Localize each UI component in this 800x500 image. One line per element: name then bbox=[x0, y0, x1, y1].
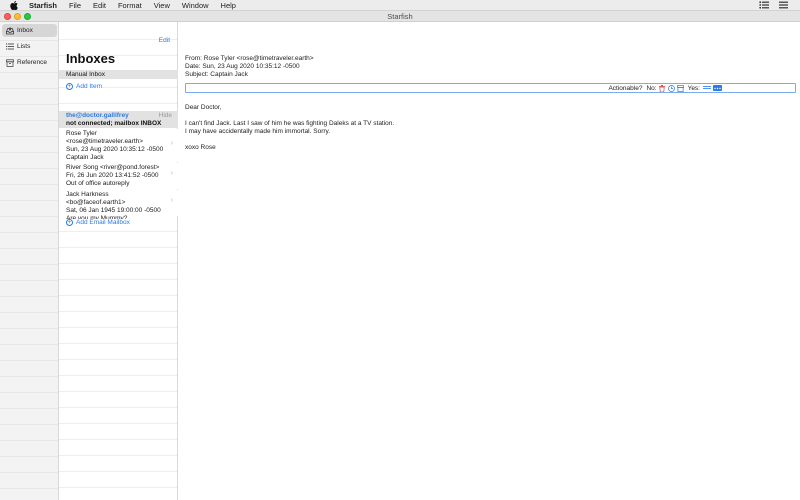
chevron-right-icon: › bbox=[170, 197, 173, 204]
sidebar-item-label: Reference bbox=[17, 59, 47, 66]
inboxes-pane: Edit Inboxes Manual Inbox + Add Item the… bbox=[59, 22, 178, 500]
add-item-label: Add Item bbox=[76, 83, 103, 90]
add-email-mailbox-button[interactable]: + Add Email Mailbox bbox=[66, 219, 130, 226]
chevron-right-icon: › bbox=[170, 140, 173, 147]
trash-icon[interactable] bbox=[659, 84, 666, 92]
add-email-mailbox-label: Add Email Mailbox bbox=[76, 219, 130, 226]
message-subject: Out of office autoreply bbox=[66, 180, 130, 187]
mailbox-account: the@doctor.gallifrey bbox=[66, 112, 129, 119]
sidebar: Inbox Lists Reference bbox=[0, 22, 59, 500]
message-date: Sat, 06 Jan 1945 19:00:00 -0500 bbox=[66, 207, 161, 214]
add-item-button[interactable]: + Add Item bbox=[66, 83, 103, 90]
sidebar-item-inbox[interactable]: Inbox bbox=[2, 24, 57, 37]
sidebar-item-label: Inbox bbox=[17, 27, 33, 34]
archive-box-icon[interactable] bbox=[676, 84, 684, 92]
menu-app-name[interactable]: Starfish bbox=[29, 1, 57, 10]
email-signoff: xoxo Rose bbox=[185, 144, 216, 151]
message-sender: Rose Tyler bbox=[66, 129, 97, 137]
menu-help[interactable]: Help bbox=[221, 1, 236, 10]
message-list-item[interactable]: River Song <river@pond.forest> Fri, 26 J… bbox=[59, 163, 178, 189]
email-subject: Subject: Captain Jack bbox=[185, 71, 248, 78]
chevron-right-icon: › bbox=[170, 170, 173, 177]
message-sender: River Song <river@pond.forest> bbox=[66, 164, 160, 171]
window-title: Starfish bbox=[387, 12, 413, 21]
mailbox-header: the@doctor.gallifrey Hide not connected;… bbox=[59, 111, 178, 128]
add-circle-icon: + bbox=[66, 219, 73, 226]
actionable-label: Actionable? bbox=[608, 84, 643, 92]
archive-icon bbox=[6, 58, 14, 67]
title-bar: Starfish bbox=[0, 11, 800, 22]
message-date: Sun, 23 Aug 2020 10:35:12 -0500 bbox=[66, 145, 164, 153]
message-sender-email: <rose@timetraveler.earth> bbox=[66, 137, 144, 145]
yes-label: Yes: bbox=[687, 84, 700, 92]
message-subject: Captain Jack bbox=[66, 153, 104, 161]
app-window: Starfish Inbox Lists Reference Edit Inbo… bbox=[0, 11, 800, 500]
sidebar-item-label: Lists bbox=[17, 43, 31, 50]
inbox-icon bbox=[6, 26, 14, 35]
message-sender: Jack Harkness <bo@faceof.earth1> bbox=[66, 191, 126, 206]
message-list-item[interactable]: Rose Tyler <rose@timetraveler.earth> Sun… bbox=[59, 129, 178, 162]
menu-edit[interactable]: Edit bbox=[93, 1, 106, 10]
email-body-line: I may have accidentally made him immorta… bbox=[185, 128, 331, 135]
menu-bar: Starfish File Edit Format View Window He… bbox=[0, 0, 800, 11]
more-options-icon[interactable] bbox=[713, 85, 722, 91]
apple-logo-icon[interactable] bbox=[9, 0, 19, 10]
clock-icon[interactable] bbox=[667, 84, 675, 92]
add-circle-icon: + bbox=[66, 83, 73, 90]
email-from: From: Rose Tyler <rose@timetraveler.eart… bbox=[185, 55, 314, 62]
page-title: Inboxes bbox=[66, 51, 116, 66]
edit-button[interactable]: Edit bbox=[159, 37, 170, 44]
email-date: Date: Sun, 23 Aug 2020 10:35:12 -0500 bbox=[185, 63, 300, 70]
actionable-toolbar: Actionable? No: Yes: bbox=[185, 83, 796, 93]
sidebar-item-lists[interactable]: Lists bbox=[2, 40, 57, 53]
menu-file[interactable]: File bbox=[69, 1, 81, 10]
menu-view[interactable]: View bbox=[154, 1, 170, 10]
manual-inbox-header: Manual Inbox bbox=[59, 70, 178, 79]
list-add-icon[interactable] bbox=[702, 85, 711, 92]
menu-list-icon[interactable] bbox=[779, 1, 788, 11]
email-body-line: I can't find Jack. Last I saw of him he … bbox=[185, 120, 395, 127]
hide-mailbox-button[interactable]: Hide bbox=[159, 112, 172, 119]
sidebar-item-reference[interactable]: Reference bbox=[2, 56, 57, 69]
message-date: Fri, 26 Jun 2020 13:41:52 -0500 bbox=[66, 172, 159, 179]
menu-window[interactable]: Window bbox=[182, 1, 209, 10]
message-reading-pane: From: Rose Tyler <rose@timetraveler.eart… bbox=[179, 22, 800, 500]
menu-format[interactable]: Format bbox=[118, 1, 142, 10]
email-greeting: Dear Doctor, bbox=[185, 104, 222, 111]
message-list-item[interactable]: Jack Harkness <bo@faceof.earth1> Sat, 06… bbox=[59, 190, 178, 222]
no-label: No: bbox=[646, 84, 657, 92]
list-icon bbox=[6, 43, 14, 51]
control-center-icon[interactable] bbox=[759, 0, 769, 11]
mailbox-status: not connected; mailbox INBOX bbox=[66, 120, 162, 127]
